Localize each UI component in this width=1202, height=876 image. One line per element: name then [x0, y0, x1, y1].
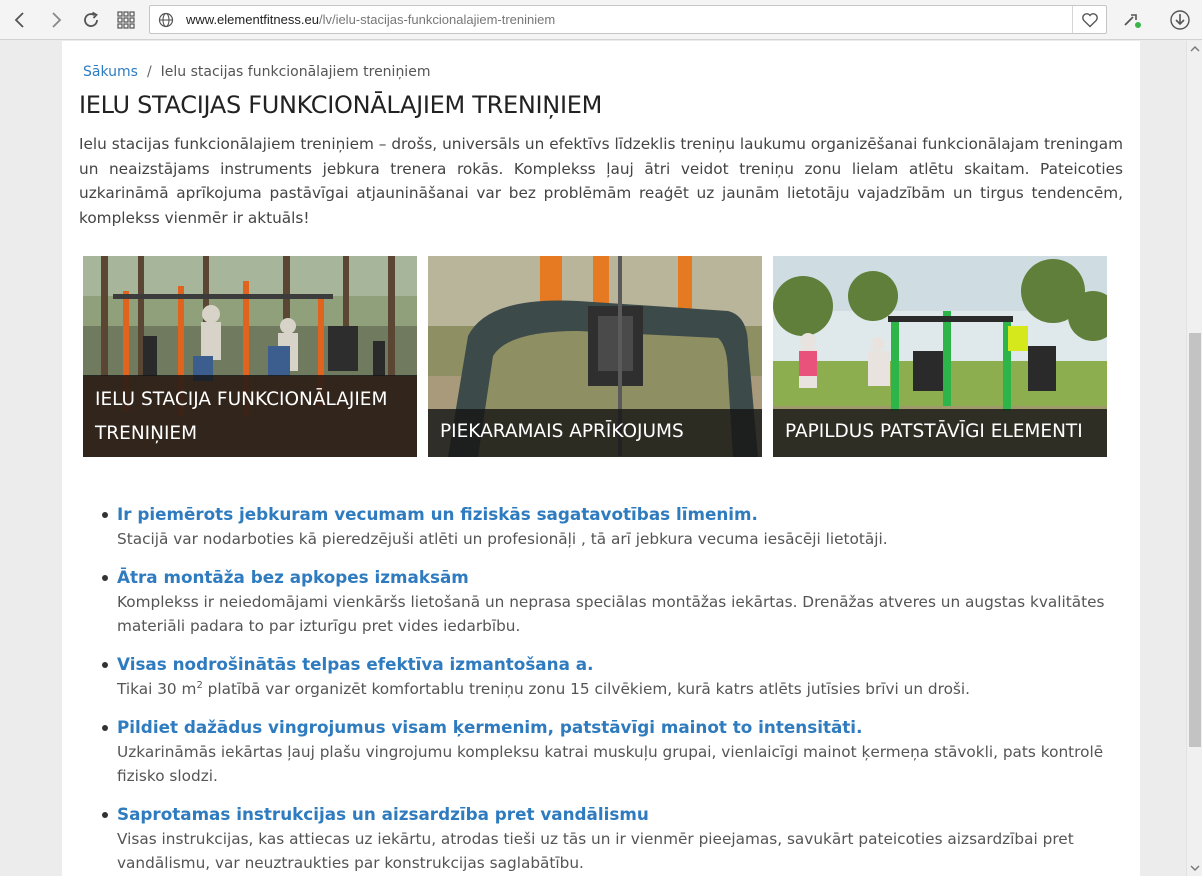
breadcrumb: Sākums / Ielu stacijas funkcionālajiem tre…	[83, 64, 430, 80]
forward-icon	[52, 12, 62, 28]
breadcrumb-current: Ielu stacijas funkcionālajiem treniņiem	[160, 64, 431, 80]
bullet-icon	[102, 662, 108, 668]
feature-title: Pildiet dažādus vingrojumus visam ķermen…	[117, 717, 863, 737]
bullet-icon	[102, 812, 108, 818]
tile-caption: PIEKARAMAIS APRĪKOJUMS	[428, 409, 762, 457]
globe-icon	[158, 12, 174, 28]
heart-icon	[1081, 12, 1098, 27]
bullet-icon	[102, 512, 108, 518]
feature-desc-part: platībā var organizēt komfortablu treniņ…	[202, 680, 971, 698]
page-content: Sākums / Ielu stacijas funkcionālajiem tre…	[62, 41, 1140, 876]
list-item: Ātra montāža bez apkopes izmaksām Komple…	[79, 565, 1129, 638]
extension-icon	[1124, 14, 1141, 28]
bookmark-button[interactable]	[1072, 6, 1106, 33]
back-button[interactable]	[6, 6, 34, 34]
chevron-up-icon	[1190, 46, 1200, 52]
tile-caption: PAPILDUS PATSTĀVĪGI ELEMENTI	[773, 409, 1107, 457]
bullet-icon	[102, 575, 108, 581]
download-icon	[1170, 10, 1190, 30]
bullet-icon	[102, 725, 108, 731]
list-item: Visas nodrošinātās telpas efektīva izman…	[79, 652, 1129, 701]
back-icon	[14, 12, 24, 28]
download-button[interactable]	[1166, 6, 1194, 34]
feature-title: Saprotamas instrukcijas un aizsardzība p…	[117, 804, 649, 824]
url-path: /lv/ielu-stacijas-funkcionalajiem-trenin…	[318, 12, 556, 27]
tile-additional-elements[interactable]: PAPILDUS PATSTĀVĪGI ELEMENTI	[773, 256, 1107, 457]
scroll-up-button[interactable]	[1187, 41, 1202, 57]
list-item: Pildiet dažādus vingrojumus visam ķermen…	[79, 715, 1129, 788]
tile-hanging-equipment[interactable]: PIEKARAMAIS APRĪKOJUMS	[428, 256, 762, 457]
features-list: Ir piemērots jebkuram vecumam un fiziskā…	[79, 502, 1129, 876]
forward-button[interactable]	[42, 6, 70, 34]
apps-button[interactable]	[112, 6, 140, 34]
url-text[interactable]: www.elementfitness.eu/lv/ielu-stacijas-f…	[186, 12, 555, 27]
list-item: Saprotamas instrukcijas un aizsardzība p…	[79, 802, 1129, 875]
breadcrumb-separator: /	[146, 64, 152, 80]
address-bar[interactable]: www.elementfitness.eu/lv/ielu-stacijas-f…	[149, 5, 1107, 34]
tile-street-station[interactable]: IELU STACIJA FUNKCIONĀLAJIEM TRENIŅIEM	[83, 256, 417, 457]
reload-button[interactable]	[77, 6, 105, 34]
url-host: www.elementfitness.eu	[186, 12, 319, 27]
feature-title: Ir piemērots jebkuram vecumam un fiziskā…	[117, 504, 758, 524]
page-viewport: Sākums / Ielu stacijas funkcionālajiem tre…	[0, 41, 1186, 876]
scrollbar-thumb[interactable]	[1189, 333, 1201, 747]
browser-toolbar: www.elementfitness.eu/lv/ielu-stacijas-f…	[0, 0, 1202, 40]
feature-desc-part: Tikai 30 m	[117, 680, 197, 698]
tile-caption: IELU STACIJA FUNKCIONĀLAJIEM TRENIŅIEM	[83, 375, 417, 457]
chevron-down-icon	[1190, 865, 1200, 871]
scroll-down-button[interactable]	[1187, 860, 1202, 876]
list-item: Ir piemērots jebkuram vecumam un fiziskā…	[79, 502, 1129, 551]
page-title: IELU STACIJAS FUNKCIONĀLAJIEM TRENIŅIEM	[79, 91, 602, 119]
feature-title: Visas nodrošinātās telpas efektīva izman…	[117, 654, 594, 674]
feature-description: Stacijā var nodarboties kā pieredzējuši …	[117, 530, 888, 548]
feature-title: Ātra montāža bez apkopes izmaksām	[117, 567, 469, 587]
reload-icon	[84, 11, 98, 27]
extension-button[interactable]	[1118, 6, 1146, 34]
breadcrumb-home-link[interactable]: Sākums	[83, 64, 138, 80]
intro-paragraph: Ielu stacijas funkcionālajiem treniņiem …	[79, 135, 1123, 227]
vertical-scrollbar[interactable]	[1186, 41, 1202, 876]
apps-grid-icon	[117, 11, 135, 29]
feature-description: Komplekss ir neiedomājami vienkāršs liet…	[117, 593, 1105, 635]
feature-description: Visas instrukcijas, kas attiecas uz iekā…	[117, 830, 1074, 872]
feature-description: Uzkarināmās iekārtas ļauj plašu vingroju…	[117, 743, 1104, 785]
feature-description: Tikai 30 m2 platībā var organizēt komfor…	[117, 677, 1129, 701]
